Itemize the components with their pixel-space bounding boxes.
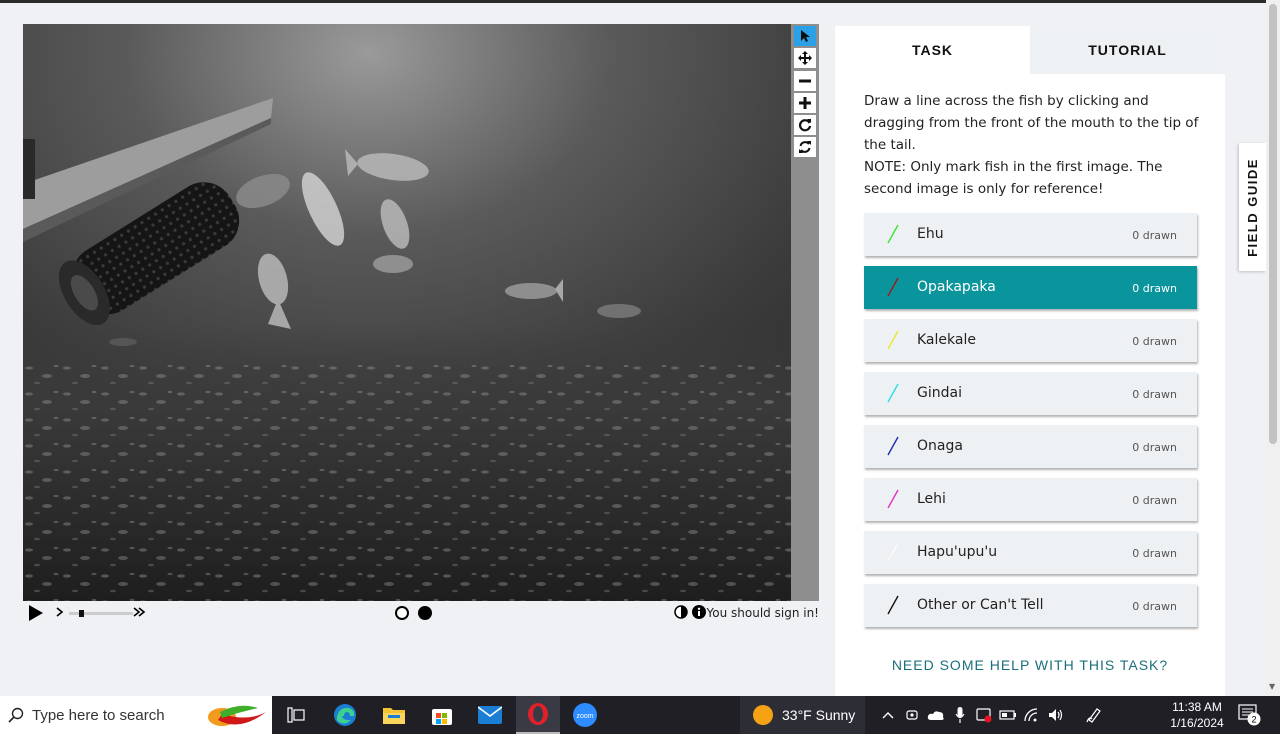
panel-tabs: TASK TUTORIAL — [835, 26, 1225, 74]
help-link[interactable]: NEED SOME HELP WITH THIS TASK? — [835, 657, 1225, 673]
instruction-text: Draw a line across the fish by clicking … — [864, 93, 1199, 153]
answer-label: Onaga — [917, 438, 963, 454]
microphone-icon[interactable] — [948, 707, 972, 723]
store-icon[interactable] — [420, 696, 464, 734]
answer-label: Other or Can't Tell — [917, 597, 1044, 613]
annotate-pointer-icon[interactable] — [794, 26, 816, 46]
rotate-icon[interactable] — [794, 115, 816, 135]
tab-task[interactable]: TASK — [835, 26, 1030, 74]
page-scrollbar[interactable]: ▼ — [1266, 0, 1280, 696]
wifi-icon[interactable] — [1020, 708, 1044, 722]
answer-ehu[interactable]: Ehu 0 drawn — [864, 213, 1197, 256]
subject-image[interactable] — [23, 24, 791, 601]
answer-label: Hapu'upu'u — [917, 544, 998, 560]
clock-time: 11:38 AM — [1172, 700, 1222, 714]
frame-controls: You should sign in! — [23, 601, 821, 625]
meet-now-icon[interactable] — [900, 708, 924, 722]
edge-icon[interactable] — [323, 696, 367, 734]
line-tool-icon — [886, 436, 900, 460]
field-guide-tab[interactable]: FIELD GUIDE — [1239, 143, 1266, 271]
image-toolbar — [791, 24, 819, 601]
search-placeholder: Type here to search — [32, 706, 165, 724]
answer-other[interactable]: Other or Can't Tell 0 drawn — [864, 584, 1197, 627]
answer-count: 0 drawn — [1132, 335, 1177, 348]
answer-list: Ehu 0 drawn Opakapaka 0 drawn Kalekale 0… — [864, 213, 1197, 637]
play-icon[interactable] — [28, 604, 44, 622]
answer-count: 0 drawn — [1132, 441, 1177, 454]
answer-label: Ehu — [917, 226, 944, 242]
answer-count: 0 drawn — [1132, 388, 1177, 401]
file-explorer-icon[interactable] — [372, 696, 416, 734]
sign-in-notice: You should sign in! — [706, 606, 819, 620]
scroll-down-icon[interactable]: ▼ — [1269, 682, 1275, 691]
minus-icon[interactable] — [794, 71, 816, 91]
answer-hapuupuu[interactable]: Hapu'upu'u 0 drawn — [864, 531, 1197, 574]
tab-tutorial[interactable]: TUTORIAL — [1030, 26, 1225, 74]
clock[interactable]: 11:38 AM 1/16/2024 — [1162, 699, 1232, 731]
answer-label: Kalekale — [917, 332, 976, 348]
task-panel: TASK TUTORIAL Draw a line across the fis… — [835, 26, 1225, 696]
pepper-icon — [208, 705, 266, 726]
scrollbar-thumb[interactable] — [1269, 4, 1277, 444]
info-icon[interactable] — [692, 605, 706, 619]
task-instructions: Draw a line across the fish by clicking … — [864, 90, 1204, 200]
plus-icon[interactable] — [794, 93, 816, 113]
answer-count: 0 drawn — [1132, 600, 1177, 613]
pen-icon[interactable] — [1082, 707, 1106, 723]
task-view-icon[interactable] — [274, 696, 318, 734]
zoom-label: zoom — [576, 713, 593, 720]
screen-record-icon[interactable] — [972, 707, 996, 723]
opera-icon[interactable] — [516, 696, 560, 734]
reset-icon[interactable] — [794, 137, 816, 157]
answer-kalekale[interactable]: Kalekale 0 drawn — [864, 319, 1197, 362]
zoom-icon[interactable]: zoom — [563, 696, 607, 734]
answer-lehi[interactable]: Lehi 0 drawn — [864, 478, 1197, 521]
answer-count: 0 drawn — [1132, 282, 1177, 295]
system-tray — [876, 696, 1106, 734]
answer-label: Opakapaka — [917, 279, 996, 295]
chevron-up-icon[interactable] — [876, 711, 900, 719]
mail-icon[interactable] — [468, 696, 512, 734]
answer-label: Gindai — [917, 385, 962, 401]
battery-icon[interactable] — [996, 709, 1020, 721]
volume-icon[interactable] — [1044, 708, 1068, 722]
line-tool-icon — [886, 383, 900, 407]
field-guide-label: FIELD GUIDE — [1245, 157, 1260, 257]
line-tool-icon — [886, 542, 900, 566]
windows-taskbar: Type here to search zoom 33°F Sunny 11:3… — [0, 696, 1280, 734]
search-icon — [8, 707, 24, 723]
weather-text: 33°F Sunny — [782, 707, 856, 723]
clock-date: 1/16/2024 — [1170, 716, 1224, 730]
answer-count: 0 drawn — [1132, 229, 1177, 242]
answer-count: 0 drawn — [1132, 494, 1177, 507]
instruction-note: NOTE: Only mark fish in the first image.… — [864, 159, 1163, 197]
move-arrows-icon[interactable] — [794, 48, 816, 68]
line-tool-icon — [886, 277, 900, 301]
frame-dot-1[interactable] — [394, 605, 410, 621]
answer-gindai[interactable]: Gindai 0 drawn — [864, 372, 1197, 415]
top-border — [0, 0, 1280, 3]
contrast-icon[interactable] — [674, 605, 688, 619]
notification-count: 2 — [1251, 715, 1256, 725]
line-tool-icon — [886, 489, 900, 513]
chevron-right-icon[interactable] — [55, 606, 65, 618]
answer-label: Lehi — [917, 491, 946, 507]
taskbar-search[interactable]: Type here to search — [0, 696, 272, 734]
underwater-photo — [23, 24, 791, 601]
frame-dot-2[interactable] — [417, 605, 433, 621]
sun-icon — [753, 705, 773, 725]
speed-slider[interactable] — [69, 609, 135, 617]
line-tool-icon — [886, 595, 900, 619]
line-tool-icon — [886, 224, 900, 248]
double-chevron-right-icon[interactable] — [133, 606, 147, 618]
weather-widget[interactable]: 33°F Sunny — [740, 696, 866, 734]
answer-opakapaka[interactable]: Opakapaka 0 drawn — [864, 266, 1197, 309]
answer-onaga[interactable]: Onaga 0 drawn — [864, 425, 1197, 468]
line-tool-icon — [886, 330, 900, 354]
answer-count: 0 drawn — [1132, 547, 1177, 560]
onedrive-icon[interactable] — [924, 709, 948, 721]
notification-icon[interactable]: 2 — [1238, 704, 1262, 730]
